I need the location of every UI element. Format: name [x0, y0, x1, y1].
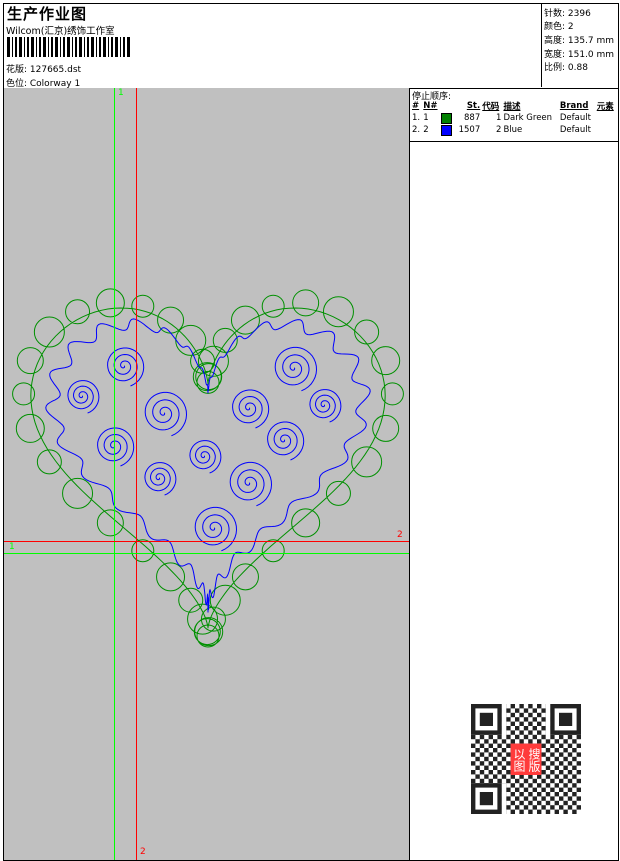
design-canvas: 1 1 2 2 [3, 88, 409, 861]
guide-line-red-vertical [136, 88, 137, 860]
stats-box: 针数: 2396 颜色: 2 高度: 135.7 mm 宽度: 151.0 mm… [541, 3, 618, 87]
col-description: 描述 [503, 102, 521, 112]
marker-1-left: 1 [9, 542, 15, 552]
marker-1-top: 1 [118, 88, 124, 98]
design-height: 高度: 135.7 mm [544, 36, 615, 46]
row-code: 1 [496, 113, 502, 123]
stop-sequence-table: # N# St. 代码 描述 Brand 元素 1. 1 887 1 Dark … [411, 100, 617, 136]
design-width: 宽度: 151.0 mm [544, 50, 615, 60]
row-stitches: 1507 [458, 125, 481, 135]
row-stitches: 887 [464, 113, 481, 123]
col-brand: Brand [559, 101, 589, 111]
color-swatch [440, 112, 454, 124]
stitch-count: 针数: 2396 [544, 9, 591, 19]
col-index: # [412, 101, 420, 111]
table-header: # N# St. 代码 描述 Brand 元素 [411, 100, 617, 112]
col-code: 代码 [482, 102, 500, 112]
row-index: 1. [412, 113, 421, 123]
guide-line-red-horizontal [4, 541, 409, 542]
col-number: N# [423, 101, 438, 111]
row-element [596, 124, 617, 136]
row-code: 2 [496, 125, 502, 135]
row-number: 1 [423, 113, 429, 123]
company-name: Wilcom(汇京)绣饰工作室 [6, 26, 115, 37]
row-brand: Default [559, 125, 591, 135]
color-swatch [440, 124, 454, 136]
color-count: 颜色: 2 [544, 22, 574, 32]
marker-2-right: 2 [397, 530, 403, 540]
row-index: 2. [412, 125, 421, 135]
scale: 比例: 0.88 [544, 63, 588, 73]
row-number: 2 [423, 125, 429, 135]
col-swatch [440, 100, 454, 112]
barcode [7, 37, 130, 57]
table-row: 1. 1 887 1 Dark Green Default [411, 112, 617, 124]
marker-2-bottom: 2 [140, 847, 146, 857]
col-stitches: St. [466, 101, 481, 111]
guide-line-green-vertical [114, 88, 115, 860]
divider [410, 141, 618, 142]
design-file: 花版: 127665.dst [6, 65, 82, 75]
blue-spirals [67, 346, 342, 552]
col-element: 元素 [596, 102, 614, 112]
row-brand: Default [559, 113, 591, 123]
row-description: Dark Green [503, 113, 553, 123]
guide-line-green-horizontal [4, 553, 409, 554]
table-row: 2. 2 1507 2 Blue Default [411, 124, 617, 136]
row-description: Blue [503, 125, 523, 135]
embroidery-design [12, 288, 404, 648]
page-title: 生产作业图 [7, 5, 88, 23]
qr-badge: 以图搜版 [511, 745, 541, 775]
row-element [596, 112, 617, 124]
